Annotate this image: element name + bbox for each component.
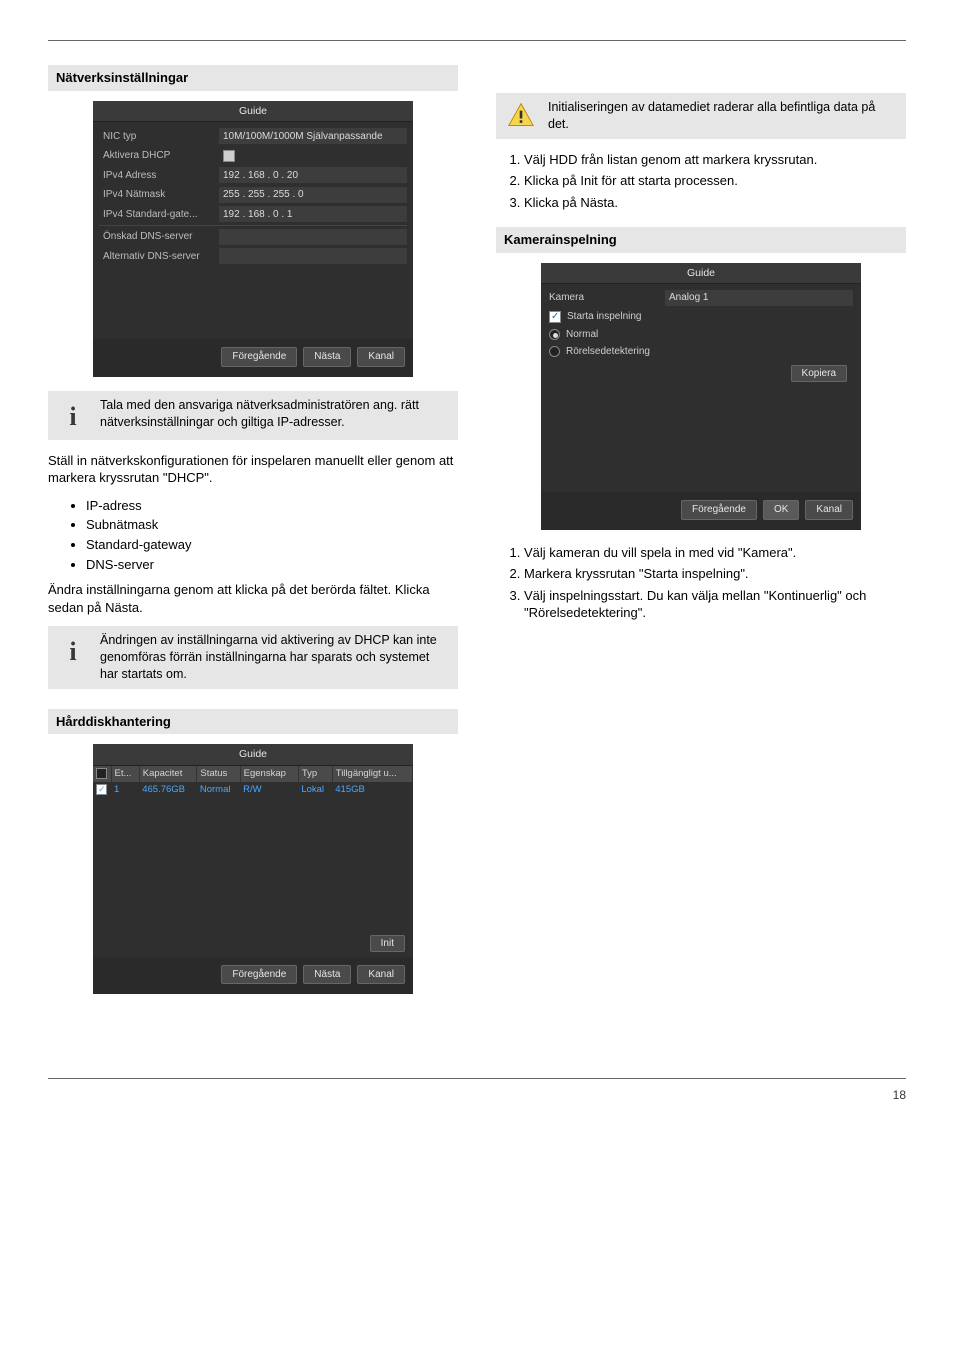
wizard-title: Guide: [93, 101, 413, 122]
start-recording-checkbox[interactable]: [549, 311, 561, 323]
prev-button[interactable]: Föregående: [221, 965, 297, 985]
info-dhcp-callout: i Ändringen av inställningarna vid aktiv…: [48, 626, 458, 689]
network-wizard: Guide NIC typ 10M/100M/1000M Självanpass…: [93, 101, 413, 377]
two-column-layout: Nätverksinställningar Guide NIC typ 10M/…: [48, 65, 906, 1008]
row-dhcp: Aktivera DHCP: [99, 147, 407, 165]
motion-label: Rörelsedetektering: [566, 345, 650, 359]
row-dns2: Alternativ DNS-server: [99, 248, 407, 266]
record-steps: Välj kameran du vill spela in med vid "K…: [496, 544, 906, 622]
info-icon: i: [69, 634, 76, 669]
row-checkbox[interactable]: [96, 784, 107, 795]
next-button[interactable]: Nästa: [303, 347, 351, 367]
network-items: IP-adress Subnätmask Standard-gateway DN…: [48, 497, 458, 573]
network-intro: Ställ in nätverkskonfigurationen för ins…: [48, 452, 458, 487]
list-item: IP-adress: [86, 497, 458, 515]
hdd-steps: Välj HDD från listan genom att markera k…: [496, 151, 906, 212]
start-recording-row: Starta inspelning: [545, 308, 857, 326]
cancel-button[interactable]: Kanal: [357, 347, 405, 367]
init-button[interactable]: Init: [370, 935, 405, 952]
list-item: Klicka på Init för att starta processen.: [524, 172, 906, 190]
info-dhcp-text: Ändringen av inställningarna vid aktiver…: [100, 632, 450, 683]
top-rule: [48, 40, 906, 41]
next-button[interactable]: Nästa: [303, 965, 351, 985]
hdd-wizard: Guide Et... Kapacitet Status Egenskap Ty…: [93, 744, 413, 994]
list-item: Välj kameran du vill spela in med vid "K…: [524, 544, 906, 562]
row-mask: IPv4 Nätmask 255 . 255 . 255 . 0: [99, 186, 407, 204]
list-item: Välj HDD från listan genom att markera k…: [524, 151, 906, 169]
info-network-callout: i Tala med den ansvariga nätverksadminis…: [48, 391, 458, 440]
list-item: Markera kryssrutan "Starta inspelning".: [524, 565, 906, 583]
wizard-title: Guide: [93, 744, 413, 765]
network-heading: Nätverksinställningar: [48, 65, 458, 91]
list-item: Välj inspelningsstart. Du kan välja mell…: [524, 587, 906, 622]
motion-radio[interactable]: [549, 346, 560, 357]
left-column: Nätverksinställningar Guide NIC typ 10M/…: [48, 65, 458, 1008]
row-nic: NIC typ 10M/100M/1000M Självanpassande: [99, 128, 407, 146]
motion-row: Rörelsedetektering: [545, 343, 857, 361]
wizard-title: Guide: [541, 263, 861, 284]
page-number: 18: [48, 1087, 906, 1103]
prev-button[interactable]: Föregående: [221, 347, 297, 367]
kopiera-button[interactable]: Kopiera: [791, 365, 847, 382]
row-dns1: Önskad DNS-server: [99, 228, 407, 246]
warn-text: Initialiseringen av datamediet raderar a…: [548, 99, 898, 133]
network-outro: Ändra inställningarna genom att klicka p…: [48, 581, 458, 616]
dhcp-checkbox[interactable]: [223, 150, 235, 162]
list-item: Klicka på Nästa.: [524, 194, 906, 212]
warning-icon: [507, 101, 535, 129]
cancel-button[interactable]: Kanal: [805, 500, 853, 520]
start-recording-label: Starta inspelning: [567, 310, 642, 324]
normal-row: Normal: [545, 326, 857, 344]
info-icon: i: [69, 399, 76, 434]
bottom-rule: [48, 1078, 906, 1079]
cancel-button[interactable]: Kanal: [357, 965, 405, 985]
hdd-heading: Hårddiskhantering: [48, 709, 458, 735]
camera-select[interactable]: Analog 1: [665, 290, 853, 306]
list-item: Standard-gateway: [86, 536, 458, 554]
normal-radio[interactable]: [549, 329, 560, 340]
right-column: Initialiseringen av datamediet raderar a…: [496, 65, 906, 1008]
list-item: Subnätmask: [86, 516, 458, 534]
record-wizard: Guide Kamera Analog 1 Starta inspelning …: [541, 263, 861, 530]
normal-label: Normal: [566, 328, 598, 342]
hdd-row[interactable]: 1 465.76GB Normal R/W Lokal 415GB: [93, 782, 413, 799]
record-heading: Kamerainspelning: [496, 227, 906, 253]
prev-button[interactable]: Föregående: [681, 500, 757, 520]
hdd-table: Et... Kapacitet Status Egenskap Typ Till…: [93, 766, 413, 800]
row-ip: IPv4 Adress 192 . 168 . 0 . 20: [99, 167, 407, 185]
row-gw: IPv4 Standard-gate... 192 . 168 . 0 . 1: [99, 206, 407, 224]
camera-row: Kamera Analog 1: [545, 288, 857, 308]
info-network-text: Tala med den ansvariga nätverksadministr…: [100, 397, 450, 434]
ok-button[interactable]: OK: [763, 500, 799, 520]
warn-callout: Initialiseringen av datamediet raderar a…: [496, 93, 906, 139]
list-item: DNS-server: [86, 556, 458, 574]
hdd-header-row: Et... Kapacitet Status Egenskap Typ Till…: [93, 766, 413, 783]
select-all-checkbox[interactable]: [96, 768, 107, 779]
